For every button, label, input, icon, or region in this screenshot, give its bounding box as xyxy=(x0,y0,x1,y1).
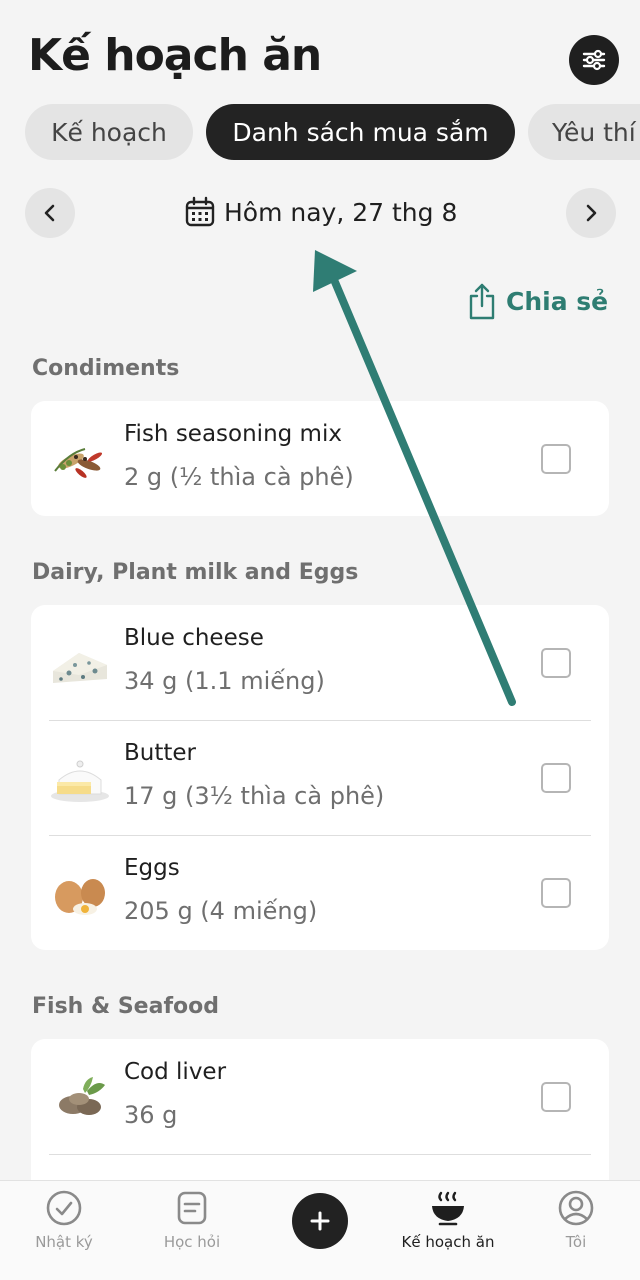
section-card-dairy: Blue cheese 34 g (1.1 miếng) Butter 17 g… xyxy=(31,605,609,950)
item-name: Cod liver xyxy=(124,1059,227,1085)
filter-button[interactable] xyxy=(569,35,619,85)
bottom-nav: Nhật ký Học hỏi Kế hoạch ăn Tôi xyxy=(0,1180,640,1280)
blue-cheese-thumbnail xyxy=(53,653,107,683)
item-quantity: 34 g (1.1 miếng) xyxy=(124,667,325,695)
share-label: Chia sẻ xyxy=(506,286,609,316)
item-checkbox[interactable] xyxy=(541,763,571,793)
cod-liver-thumbnail xyxy=(59,1077,105,1115)
item-name: Fish seasoning mix xyxy=(124,421,342,447)
list-item[interactable]: Fish seasoning mix 2 g (½ thìa cà phê) xyxy=(31,401,609,516)
item-name: Butter xyxy=(124,740,196,766)
bowl-icon xyxy=(432,1191,464,1226)
date-text: Hôm nay, 27 thg 8 xyxy=(224,197,458,227)
calendar-icon xyxy=(185,196,215,227)
nav-label: Nhật ký xyxy=(35,1233,93,1251)
tab-bar: Kế hoạch Danh sách mua sắm Yêu thí xyxy=(25,104,640,160)
date-picker[interactable]: Hôm nay, 27 thg 8 xyxy=(184,196,457,228)
share-icon xyxy=(469,283,495,320)
section-title-condiments: Condiments xyxy=(32,356,180,381)
tab-shopping-list[interactable]: Danh sách mua sắm xyxy=(206,104,515,160)
nav-profile[interactable]: Tôi xyxy=(512,1189,640,1251)
check-circle-icon xyxy=(46,1190,82,1226)
section-card-fish-seafood: Cod liver 36 g xyxy=(31,1039,609,1199)
page-title: Kế hoạch ăn xyxy=(28,30,322,81)
list-item[interactable]: Cod liver 36 g xyxy=(31,1039,609,1154)
sliders-icon xyxy=(582,49,606,71)
chevron-right-icon xyxy=(586,204,597,222)
section-title-fish-seafood: Fish & Seafood xyxy=(32,994,219,1019)
prev-day-button[interactable] xyxy=(25,188,75,238)
eggs-thumbnail xyxy=(55,879,105,915)
tab-favorites[interactable]: Yêu thí xyxy=(528,104,640,160)
note-icon xyxy=(177,1191,207,1225)
tab-plan[interactable]: Kế hoạch xyxy=(25,104,193,160)
item-quantity: 205 g (4 miếng) xyxy=(124,897,318,925)
section-card-condiments: Fish seasoning mix 2 g (½ thìa cà phê) xyxy=(31,401,609,516)
plus-icon xyxy=(310,1211,330,1231)
user-icon xyxy=(558,1190,594,1226)
item-checkbox[interactable] xyxy=(541,878,571,908)
item-checkbox[interactable] xyxy=(541,444,571,474)
next-day-button[interactable] xyxy=(566,188,616,238)
item-name: Eggs xyxy=(124,855,180,881)
list-item[interactable]: Butter 17 g (3½ thìa cà phê) xyxy=(31,720,609,835)
item-quantity: 2 g (½ thìa cà phê) xyxy=(124,463,354,491)
header: Kế hoạch ăn xyxy=(0,0,640,100)
list-item[interactable]: Blue cheese 34 g (1.1 miếng) xyxy=(31,605,609,720)
butter-thumbnail xyxy=(51,760,109,802)
nav-label: Học hỏi xyxy=(163,1233,221,1251)
item-checkbox[interactable] xyxy=(541,1082,571,1112)
item-checkbox[interactable] xyxy=(541,648,571,678)
nav-label: Tôi xyxy=(565,1233,587,1251)
add-button[interactable] xyxy=(292,1193,348,1249)
nav-learn[interactable]: Học hỏi xyxy=(128,1189,256,1251)
date-navigator: Hôm nay, 27 thg 8 xyxy=(0,188,640,238)
share-button[interactable]: Chia sẻ xyxy=(468,282,608,320)
list-item[interactable]: Eggs 205 g (4 miếng) xyxy=(31,835,609,950)
nav-diary[interactable]: Nhật ký xyxy=(0,1189,128,1251)
section-title-dairy: Dairy, Plant milk and Eggs xyxy=(32,560,359,585)
item-quantity: 36 g xyxy=(124,1101,178,1129)
chevron-left-icon xyxy=(44,204,55,222)
spices-thumbnail xyxy=(54,448,103,478)
nav-label: Kế hoạch ăn xyxy=(401,1233,495,1251)
item-name: Blue cheese xyxy=(124,625,264,651)
nav-meal-plan[interactable]: Kế hoạch ăn xyxy=(384,1189,512,1251)
item-quantity: 17 g (3½ thìa cà phê) xyxy=(124,782,385,810)
